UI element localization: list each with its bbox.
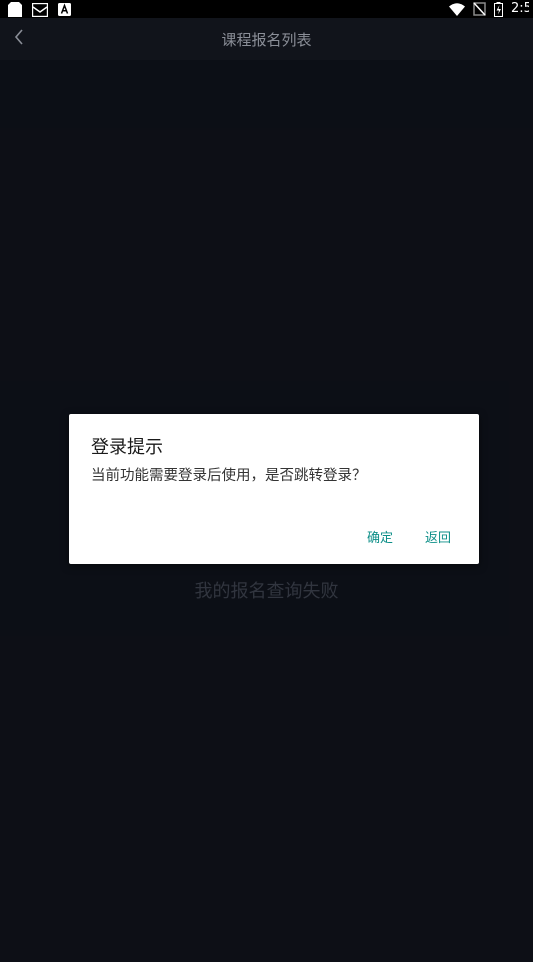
dialog-message: 当前功能需要登录后使用，是否跳转登录？	[91, 468, 367, 484]
app-bar: 课程报名列表	[0, 18, 533, 60]
status-bar: 2:5	[0, 0, 533, 18]
return-button[interactable]: 返回	[425, 527, 451, 546]
no-sim-icon	[473, 2, 486, 16]
battery-icon	[494, 1, 503, 17]
sd-card-icon	[8, 2, 22, 17]
page-title: 课程报名列表	[221, 31, 312, 49]
confirm-button[interactable]: 确定	[367, 527, 393, 546]
login-prompt-dialog: 登录提示 当前功能需要登录后使用，是否跳转登录？ 确定 返回	[69, 414, 479, 564]
a-badge-icon	[58, 3, 71, 16]
status-time: 2:5	[511, 1, 529, 16]
wifi-icon	[449, 2, 465, 16]
dialog-title: 登录提示	[91, 437, 163, 458]
mail-icon	[32, 2, 48, 17]
